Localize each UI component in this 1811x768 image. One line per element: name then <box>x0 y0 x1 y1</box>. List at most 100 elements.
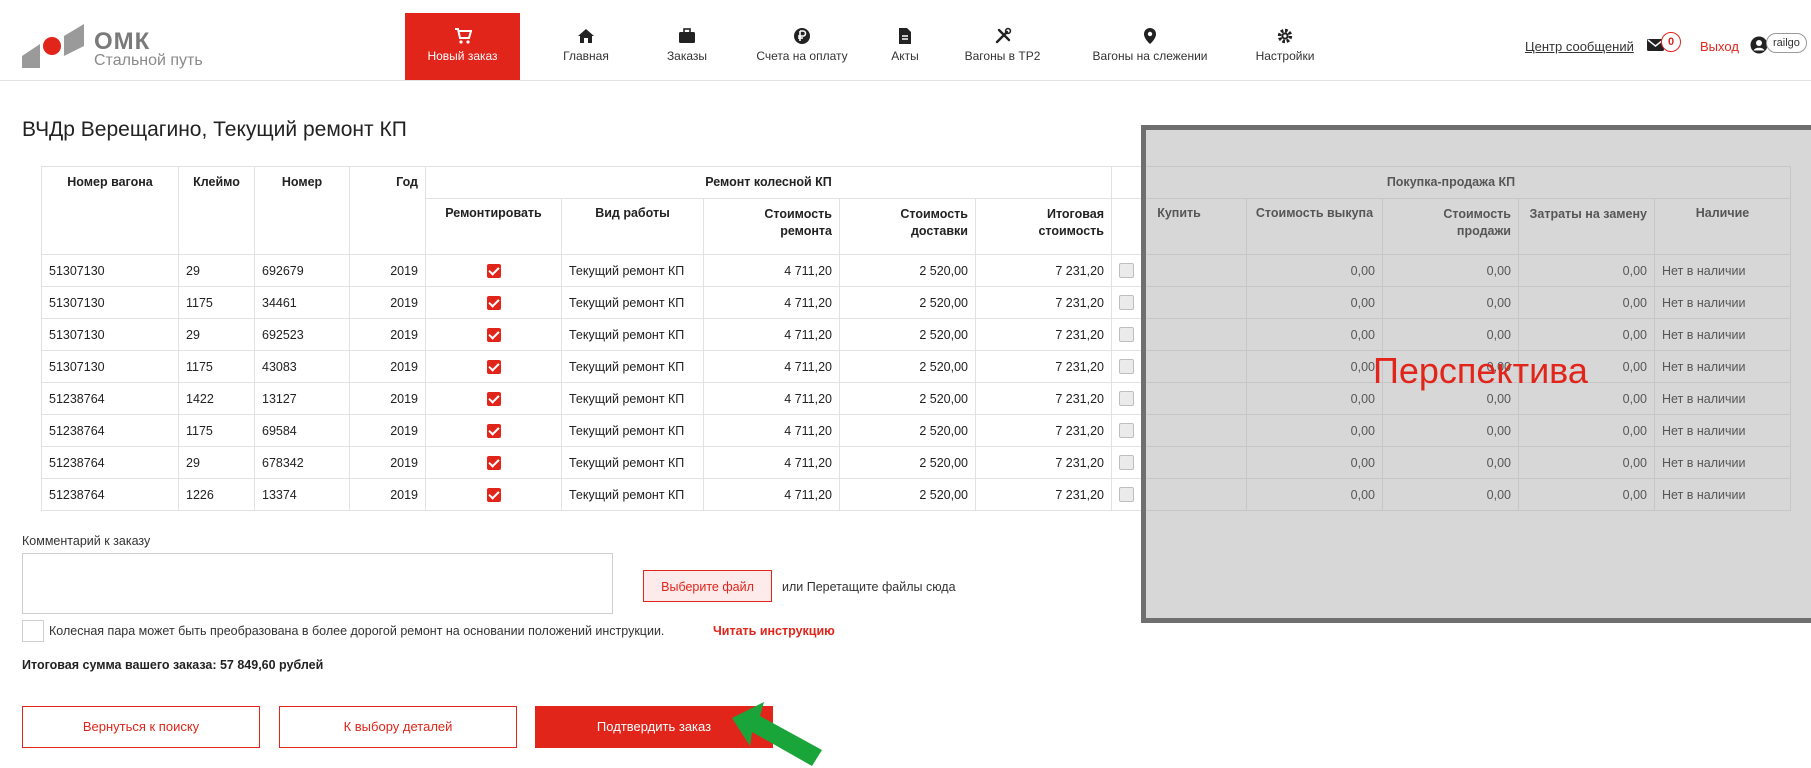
nav-wagons-tr2[interactable]: Вагоны в ТР2 <box>945 13 1060 80</box>
cell-work-type: Текущий ремонт КП <box>561 414 704 447</box>
buy-checkbox[interactable] <box>1119 263 1134 279</box>
cell-delivery-cost: 2 520,00 <box>839 254 976 287</box>
cell-stamp: 1175 <box>178 350 255 383</box>
nav-invoices[interactable]: Счета на оплату <box>742 13 862 80</box>
upgrade-consent-checkbox[interactable] <box>22 620 44 642</box>
cell-repair-cost: 4 711,20 <box>703 254 840 287</box>
cell-total-cost: 7 231,20 <box>975 414 1112 447</box>
cell-total-cost: 7 231,20 <box>975 318 1112 351</box>
username-badge[interactable]: railgo <box>1766 33 1807 53</box>
cell-delivery-cost: 2 520,00 <box>839 478 976 511</box>
omk-logo[interactable]: ОМК Стальной путь <box>22 22 222 72</box>
buy-checkbox[interactable] <box>1119 327 1134 343</box>
cell-repair-cost: 4 711,20 <box>703 286 840 319</box>
map-pin-icon <box>1144 28 1156 44</box>
repair-checkbox[interactable] <box>486 327 501 342</box>
top-header: ОМК Стальной путь Новый заказ Главная За… <box>0 0 1811 81</box>
comment-textarea[interactable] <box>22 553 613 614</box>
cell-wagon: 51307130 <box>41 254 179 287</box>
nav-orders[interactable]: Заказы <box>637 13 737 80</box>
repair-cell <box>425 318 562 351</box>
cell-delivery-cost: 2 520,00 <box>839 318 976 351</box>
col-total-cost-header: Итоговая стоимость <box>975 198 1112 255</box>
cell-wagon: 51307130 <box>41 318 179 351</box>
cell-wagon: 51307130 <box>41 286 179 319</box>
cell-work-type: Текущий ремонт КП <box>561 446 704 479</box>
buy-checkbox[interactable] <box>1119 359 1134 375</box>
buy-checkbox[interactable] <box>1119 423 1134 439</box>
repair-cell <box>425 446 562 479</box>
cell-number: 692523 <box>254 318 350 351</box>
choose-file-button[interactable]: Выберите файл <box>643 570 772 602</box>
cell-total-cost: 7 231,20 <box>975 350 1112 383</box>
cell-number: 43083 <box>254 350 350 383</box>
home-icon <box>578 29 594 43</box>
col-wagon-header: Номер вагона <box>41 166 179 255</box>
buy-checkbox[interactable] <box>1119 455 1134 471</box>
nav-label: Вагоны на слежении <box>1092 49 1208 63</box>
buy-checkbox[interactable] <box>1119 391 1134 407</box>
repair-checkbox[interactable] <box>486 359 501 374</box>
nav-settings[interactable]: Настройки <box>1235 13 1335 80</box>
cell-total-cost: 7 231,20 <box>975 478 1112 511</box>
nav-new-order[interactable]: Новый заказ <box>405 13 520 80</box>
cell-number: 13374 <box>254 478 350 511</box>
repair-checkbox[interactable] <box>486 263 501 278</box>
cell-total-cost: 7 231,20 <box>975 286 1112 319</box>
cell-number: 34461 <box>254 286 350 319</box>
repair-checkbox[interactable] <box>486 487 501 502</box>
col-delivery-cost-header: Стоимость доставки <box>839 198 976 255</box>
cell-repair-cost: 4 711,20 <box>703 446 840 479</box>
buy-checkbox[interactable] <box>1119 487 1134 503</box>
repair-checkbox[interactable] <box>486 391 501 406</box>
nav-wagons-tracking[interactable]: Вагоны на слежении <box>1075 13 1225 80</box>
col-work-type-header: Вид работы <box>561 198 704 255</box>
cell-number: 678342 <box>254 446 350 479</box>
col-repair-flag-header: Ремонтировать <box>425 198 562 255</box>
repair-cell <box>425 414 562 447</box>
nav-label: Настройки <box>1255 49 1315 63</box>
cell-number: 69584 <box>254 414 350 447</box>
cell-stamp: 29 <box>178 318 255 351</box>
cell-total-cost: 7 231,20 <box>975 446 1112 479</box>
col-number-header: Номер <box>254 166 350 255</box>
logout-link[interactable]: Выход <box>1700 39 1739 54</box>
file-drop-hint[interactable]: или Перетащите файлы сюда <box>782 580 956 594</box>
col-year-header: Год <box>349 166 426 255</box>
select-details-button[interactable]: К выбору деталей <box>279 706 517 748</box>
nav-home[interactable]: Главная <box>536 13 636 80</box>
cell-delivery-cost: 2 520,00 <box>839 446 976 479</box>
cell-delivery-cost: 2 520,00 <box>839 382 976 415</box>
read-instruction-link[interactable]: Читать инструкцию <box>713 624 835 638</box>
nav-acts[interactable]: Акты <box>875 13 935 80</box>
back-to-search-button[interactable]: Вернуться к поиску <box>22 706 260 748</box>
cell-work-type: Текущий ремонт КП <box>561 318 704 351</box>
nav-label: Главная <box>563 49 609 63</box>
order-total: Итоговая сумма вашего заказа: 57 849,60 … <box>22 658 324 672</box>
pointer-arrow-icon <box>732 702 822 766</box>
repair-cell <box>425 382 562 415</box>
message-center-link[interactable]: Центр сообщений <box>1525 39 1634 54</box>
briefcase-icon <box>679 28 695 43</box>
repair-checkbox[interactable] <box>486 455 501 470</box>
cell-year: 2019 <box>349 286 426 319</box>
cell-repair-cost: 4 711,20 <box>703 382 840 415</box>
cell-repair-cost: 4 711,20 <box>703 414 840 447</box>
cell-stamp: 29 <box>178 446 255 479</box>
page-title: ВЧДр Верещагино, Текущий ремонт КП <box>22 118 407 141</box>
col-stamp-header: Клеймо <box>178 166 255 255</box>
cell-total-cost: 7 231,20 <box>975 254 1112 287</box>
repair-cell <box>425 478 562 511</box>
cell-delivery-cost: 2 520,00 <box>839 414 976 447</box>
repair-checkbox[interactable] <box>486 295 501 310</box>
buy-checkbox[interactable] <box>1119 295 1134 311</box>
repair-cell <box>425 254 562 287</box>
ruble-icon <box>794 28 810 44</box>
cell-repair-cost: 4 711,20 <box>703 318 840 351</box>
nav-label: Счета на оплату <box>756 49 848 63</box>
repair-cell <box>425 286 562 319</box>
repair-checkbox[interactable] <box>486 423 501 438</box>
perspective-label: Перспектива <box>1373 350 1588 391</box>
cell-stamp: 29 <box>178 254 255 287</box>
repair-cell <box>425 350 562 383</box>
